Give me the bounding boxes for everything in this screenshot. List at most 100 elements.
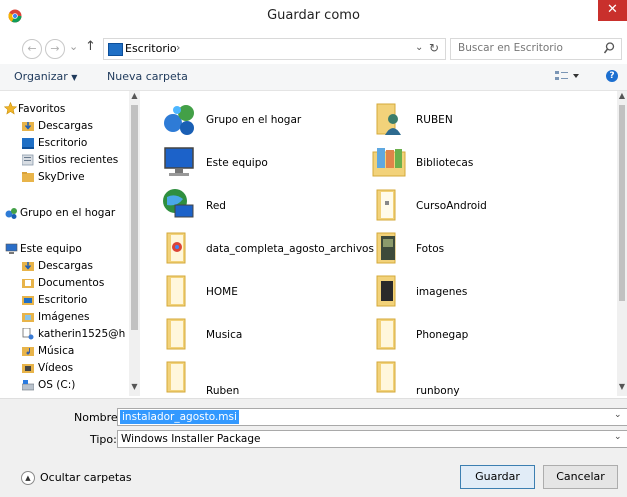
photos-folder-icon bbox=[371, 230, 407, 266]
new-folder-button[interactable]: Nueva carpeta bbox=[107, 70, 188, 83]
filename-input[interactable]: instalador_agosto.msi ⌄ bbox=[117, 408, 627, 426]
sidebar-item-label: Imágenes bbox=[38, 311, 90, 323]
list-item[interactable]: CursoAndroid bbox=[371, 187, 571, 227]
list-item[interactable]: HOME bbox=[161, 273, 361, 313]
name-label: Nombre: bbox=[74, 411, 122, 424]
sidebar-item-imagenes[interactable]: Imágenes bbox=[22, 309, 90, 325]
sidebar-item-favorites[interactable]: Favoritos bbox=[3, 101, 65, 117]
search-icon[interactable] bbox=[603, 41, 615, 58]
desktop-icon bbox=[22, 137, 34, 149]
file-type-value: Windows Installer Package bbox=[121, 433, 261, 445]
filename-value: instalador_agosto.msi bbox=[120, 410, 239, 424]
scrollbar-thumb[interactable] bbox=[619, 105, 625, 301]
sidebar-item-homegroup[interactable]: Grupo en el hogar bbox=[5, 205, 115, 221]
scroll-up-icon[interactable]: ▲ bbox=[617, 91, 627, 103]
list-item[interactable]: Ruben bbox=[161, 359, 361, 396]
file-list: Grupo en el hogar Este equipo Red data_c… bbox=[143, 91, 617, 396]
documents-folder-icon bbox=[22, 277, 34, 289]
organize-button[interactable]: Organizar ▼ bbox=[14, 70, 77, 83]
sidebar-item-user[interactable]: katherin1525@h bbox=[22, 326, 126, 342]
list-item[interactable]: data_completa_agosto_archivos bbox=[161, 230, 391, 270]
sidebar-item-this-pc[interactable]: Este equipo bbox=[5, 241, 82, 257]
network-user-icon bbox=[22, 327, 34, 340]
list-item[interactable]: runbony bbox=[371, 359, 571, 396]
scrollbar-thumb[interactable] bbox=[131, 105, 138, 330]
list-item[interactable]: Fotos bbox=[371, 230, 571, 270]
sidebar-item-label: Escritorio bbox=[38, 294, 88, 306]
cancel-button[interactable]: Cancelar bbox=[543, 465, 618, 489]
list-item[interactable]: Red bbox=[161, 187, 361, 227]
back-button[interactable]: ← bbox=[22, 39, 42, 59]
breadcrumb-separator[interactable]: › bbox=[176, 41, 180, 54]
folder-icon bbox=[371, 359, 407, 395]
list-item[interactable]: Musica bbox=[161, 316, 361, 356]
item-label: data_completa_agosto_archivos bbox=[206, 243, 374, 255]
sidebar-item-skydrive[interactable]: SkyDrive bbox=[22, 169, 85, 185]
help-icon[interactable]: ? bbox=[606, 70, 618, 82]
list-item[interactable]: Este equipo bbox=[161, 144, 361, 184]
refresh-icon[interactable]: ↻ bbox=[429, 41, 439, 55]
close-button[interactable]: ✕ bbox=[598, 0, 627, 21]
sidebar-item-drive-c[interactable]: OS (C:) bbox=[21, 377, 76, 393]
star-icon bbox=[3, 101, 18, 115]
music-folder-icon bbox=[22, 345, 34, 357]
folder-icon bbox=[22, 171, 34, 183]
recent-locations-dropdown[interactable]: ⌄ bbox=[69, 40, 78, 53]
breadcrumb-item[interactable]: Escritorio bbox=[125, 42, 177, 55]
content-scrollbar[interactable]: ▲ ▼ bbox=[617, 91, 627, 396]
item-label: Este equipo bbox=[206, 157, 268, 169]
up-button[interactable]: ↑ bbox=[85, 39, 96, 54]
sidebar-item-label: katherin1525@h bbox=[38, 328, 126, 340]
sidebar-item-musica[interactable]: Música bbox=[22, 343, 75, 359]
pictures-folder-icon bbox=[22, 311, 34, 323]
sidebar-item-recent[interactable]: Sitios recientes bbox=[21, 152, 118, 168]
sidebar-item-label: Descargas bbox=[38, 260, 93, 272]
hide-folders-label: Ocultar carpetas bbox=[40, 471, 132, 484]
address-bar[interactable]: Escritorio › ⌄ ↻ bbox=[103, 38, 446, 60]
item-label: Red bbox=[206, 200, 226, 212]
item-label: HOME bbox=[206, 286, 238, 298]
list-item[interactable]: imagenes bbox=[371, 273, 571, 313]
command-bar bbox=[0, 64, 627, 91]
scroll-down-icon[interactable]: ▼ bbox=[617, 382, 627, 394]
desktop-icon bbox=[108, 43, 123, 56]
save-button[interactable]: Guardar bbox=[460, 465, 535, 489]
scroll-down-icon[interactable]: ▼ bbox=[129, 382, 140, 394]
sidebar-item-descargas[interactable]: Descargas bbox=[22, 118, 93, 134]
folder-icon bbox=[161, 359, 197, 395]
item-label: Musica bbox=[206, 329, 243, 341]
type-label: Tipo: bbox=[90, 433, 117, 446]
forward-button[interactable]: → bbox=[45, 39, 65, 59]
list-item[interactable]: Bibliotecas bbox=[371, 144, 571, 184]
list-item[interactable]: Phonegap bbox=[371, 316, 571, 356]
scroll-up-icon[interactable]: ▲ bbox=[129, 91, 140, 103]
view-options-button[interactable] bbox=[555, 69, 581, 86]
chevron-down-icon[interactable]: ⌄ bbox=[614, 432, 622, 442]
downloads-folder-icon bbox=[22, 120, 34, 132]
chevron-down-icon: ▼ bbox=[71, 73, 78, 82]
computer-icon bbox=[5, 243, 18, 255]
list-item[interactable]: Grupo en el hogar bbox=[161, 101, 361, 141]
sidebar-item-videos[interactable]: Vídeos bbox=[22, 360, 73, 376]
sidebar-item-label: SkyDrive bbox=[38, 171, 85, 183]
sidebar-item-label: OS (C:) bbox=[38, 379, 76, 391]
folder-icon bbox=[371, 187, 407, 223]
sidebar-item-label: Documentos bbox=[38, 277, 105, 289]
homegroup-icon bbox=[5, 207, 17, 219]
list-item[interactable]: RUBEN bbox=[371, 101, 571, 141]
file-type-select[interactable]: Windows Installer Package ⌄ bbox=[117, 430, 627, 448]
folder-icon bbox=[161, 273, 197, 309]
sidebar-scrollbar[interactable]: ▲ ▼ bbox=[129, 91, 140, 396]
sidebar-item-pc-descargas[interactable]: Descargas bbox=[22, 258, 93, 274]
network-icon bbox=[161, 187, 197, 223]
sidebar-item-label: Descargas bbox=[38, 120, 93, 132]
item-label: Ruben bbox=[206, 385, 240, 396]
sidebar-item-escritorio[interactable]: Escritorio bbox=[22, 135, 87, 151]
sidebar-item-pc-escritorio[interactable]: Escritorio bbox=[22, 292, 88, 308]
sidebar-item-label: Música bbox=[38, 345, 75, 357]
computer-icon bbox=[161, 144, 197, 180]
search-input[interactable]: Buscar en Escritorio bbox=[450, 38, 622, 60]
sidebar-item-documentos[interactable]: Documentos bbox=[22, 275, 105, 291]
chevron-down-icon[interactable]: ⌄ bbox=[614, 410, 622, 420]
address-dropdown-icon[interactable]: ⌄ bbox=[415, 42, 423, 53]
